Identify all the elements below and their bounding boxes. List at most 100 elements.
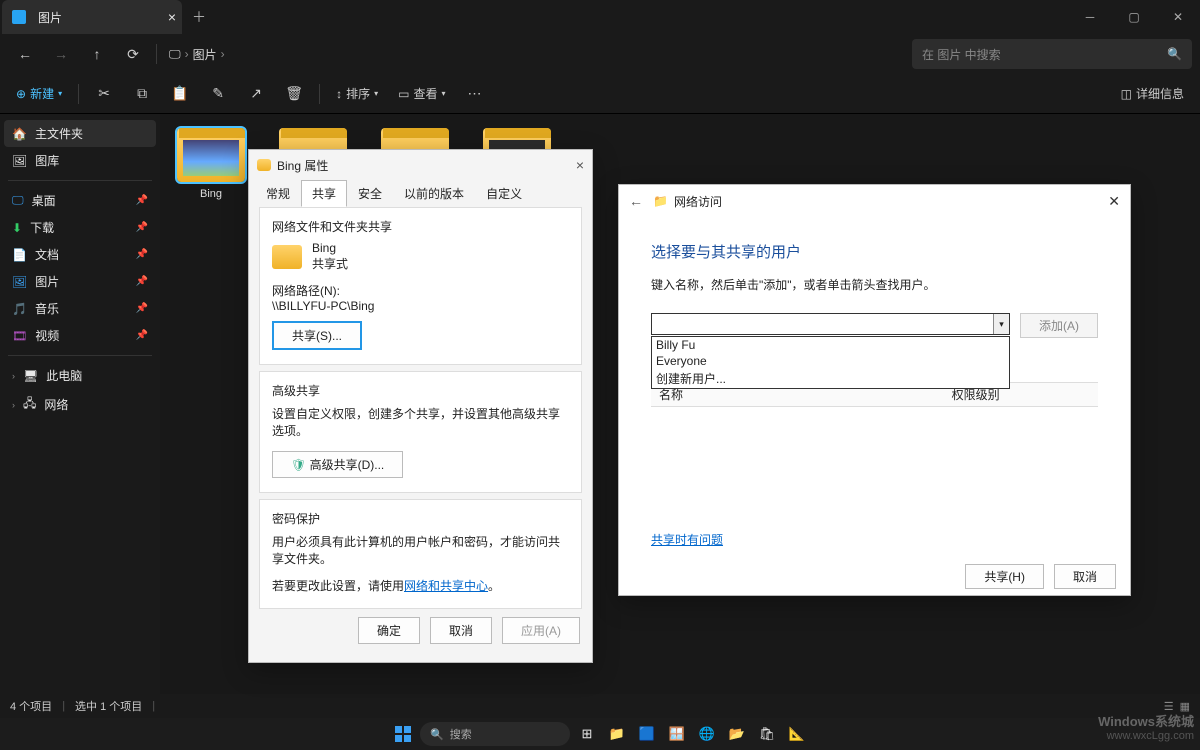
sidebar-item-thispc[interactable]: ›🖥此电脑 [4, 362, 156, 389]
network-center-link[interactable]: 网络和共享中心 [404, 579, 488, 593]
pin-icon: 📌 [136, 303, 148, 314]
delete-button[interactable]: 🗑 [277, 78, 311, 110]
toolbar: ⊕ 新建 ▾ ✂ ⧉ 📋 ✎ ↗ 🗑 ↕ 排序 ▾ ▭ 查看 ▾ ⋯ ◫ 详细信… [0, 74, 1200, 114]
close-icon[interactable]: × [576, 157, 584, 173]
status-bar: 4 个项目 | 选中 1 个项目 | ☰ ▦ [0, 694, 1200, 718]
copy-button[interactable]: ⧉ [125, 78, 159, 110]
tab-close-icon[interactable]: × [168, 9, 176, 25]
dropdown-item[interactable]: 创建新用户... [652, 369, 1009, 388]
sidebar-item-desktop[interactable]: 🖵桌面📌 [4, 187, 156, 214]
tab-add-button[interactable]: ＋ [182, 0, 216, 34]
advanced-desc: 设置自定义权限，创建多个共享，并设置其他高级共享选项。 [272, 405, 569, 439]
sidebar-item-music[interactable]: 🎵音乐📌 [4, 295, 156, 322]
tab-sharing[interactable]: 共享 [301, 180, 347, 207]
task-view-button[interactable]: ⊞ [574, 721, 600, 747]
dropdown-item[interactable]: Everyone [652, 353, 1009, 369]
share-button[interactable]: ↗ [239, 78, 273, 110]
dialog-title: 网络访问 [674, 193, 722, 210]
minimize-button[interactable]: ─ [1068, 0, 1112, 34]
back-icon[interactable]: ← [629, 193, 643, 209]
watermark-url: www.wxcLgg.com [1107, 730, 1194, 742]
maximize-button[interactable]: ▢ [1112, 0, 1156, 34]
tab-customize[interactable]: 自定义 [475, 180, 533, 207]
sharing-issues-link[interactable]: 共享时有问题 [651, 533, 723, 547]
sidebar-item-gallery[interactable]: 🖼图库 [4, 147, 156, 174]
details-pane-button[interactable]: ◫ 详细信息 [1113, 81, 1192, 106]
user-input[interactable] [652, 314, 993, 334]
add-button[interactable]: 添加(A) [1020, 313, 1098, 338]
pictures-icon [12, 10, 26, 24]
advanced-share-button[interactable]: 🛡 高级共享(D)... [272, 451, 403, 478]
password-desc-2: 若要更改此设置，请使用网络和共享中心。 [272, 577, 569, 594]
cut-button[interactable]: ✂ [87, 78, 121, 110]
watermark-title: Windows系统城 [1098, 714, 1194, 729]
sidebar-item-home[interactable]: 🏠主文件夹 [4, 120, 156, 147]
forward-button[interactable]: → [44, 38, 78, 70]
folder-tile-bing[interactable]: Bing [170, 128, 252, 200]
group-title-password: 密码保护 [272, 510, 569, 527]
paste-button[interactable]: 📋 [163, 78, 197, 110]
start-button[interactable] [390, 721, 416, 747]
user-combobox[interactable]: ▾ Billy Fu Everyone 创建新用户... [651, 313, 1010, 335]
folder-label: Bing [170, 188, 252, 200]
taskbar-app[interactable]: 🌐 [694, 721, 720, 747]
more-button[interactable]: ⋯ [458, 78, 492, 110]
share-confirm-button[interactable]: 共享(H) [965, 564, 1044, 589]
tab-security[interactable]: 安全 [347, 180, 393, 207]
taskbar-app[interactable]: 🪟 [664, 721, 690, 747]
monitor-icon: 🖵 [169, 47, 181, 62]
close-button[interactable]: ✕ [1156, 0, 1200, 34]
picture-icon: 🖼 [12, 275, 27, 289]
share-state: 共享式 [312, 255, 348, 272]
item-count: 4 个项目 [10, 698, 52, 714]
address-bar: ← → ↑ ⟳ 🖵 › 图片 › 在 图片 中搜索 🔍 [0, 34, 1200, 74]
tab-general[interactable]: 常规 [255, 180, 301, 207]
share-button[interactable]: 共享(S)... [272, 321, 362, 350]
search-box[interactable]: 在 图片 中搜索 🔍 [912, 39, 1192, 69]
up-button[interactable]: ↑ [80, 38, 114, 70]
password-desc-1: 用户必须具有此计算机的用户帐户和密码，才能访问共享文件夹。 [272, 533, 569, 567]
download-icon: ⬇ [12, 221, 22, 235]
chevron-right-icon: › [12, 400, 15, 410]
ok-button[interactable]: 确定 [358, 617, 420, 644]
chevron-down-icon[interactable]: ▾ [993, 314, 1009, 334]
breadcrumb-item[interactable]: 图片 [193, 46, 217, 63]
home-icon: 🏠 [12, 127, 27, 141]
taskbar-app[interactable]: 📂 [724, 721, 750, 747]
taskbar-app[interactable]: 🛍 [754, 721, 780, 747]
sidebar-item-downloads[interactable]: ⬇下载📌 [4, 214, 156, 241]
sidebar-item-videos[interactable]: 🎞视频📌 [4, 322, 156, 349]
sidebar-item-documents[interactable]: 📄文档📌 [4, 241, 156, 268]
dropdown-item[interactable]: Billy Fu [652, 337, 1009, 353]
taskbar-app[interactable]: 🟦 [634, 721, 660, 747]
share-heading: 选择要与其共享的用户 [651, 241, 1098, 262]
new-button[interactable]: ⊕ 新建 ▾ [8, 81, 70, 106]
taskbar-app[interactable]: 📁 [604, 721, 630, 747]
network-icon: 🖧 [23, 394, 36, 415]
view-button[interactable]: ▭ 查看 ▾ [390, 81, 453, 106]
cancel-button[interactable]: 取消 [430, 617, 492, 644]
window-tab[interactable]: 图片 × [2, 0, 182, 34]
cancel-button[interactable]: 取消 [1054, 564, 1116, 589]
folder-icon [272, 245, 302, 269]
user-dropdown: Billy Fu Everyone 创建新用户... [651, 336, 1010, 389]
refresh-button[interactable]: ⟳ [116, 38, 150, 70]
taskbar-app[interactable]: 📐 [784, 721, 810, 747]
sidebar: 🏠主文件夹 🖼图库 🖵桌面📌 ⬇下载📌 📄文档📌 🖼图片📌 🎵音乐📌 🎞视频📌 … [0, 114, 160, 724]
sidebar-item-network[interactable]: ›🖧网络 [4, 389, 156, 420]
back-button[interactable]: ← [8, 38, 42, 70]
tab-previous[interactable]: 以前的版本 [393, 180, 475, 207]
tab-title: 图片 [38, 9, 62, 26]
sidebar-item-pictures[interactable]: 🖼图片📌 [4, 268, 156, 295]
close-icon[interactable]: ✕ [1108, 193, 1120, 210]
dialog-title: Bing 属性 [277, 157, 328, 174]
rename-button[interactable]: ✎ [201, 78, 235, 110]
taskbar-search[interactable]: 🔍搜索 [420, 722, 570, 746]
share-folder-icon: 📁 [653, 194, 668, 208]
breadcrumb[interactable]: 🖵 › 图片 › [163, 46, 225, 63]
share-hint: 键入名称，然后单击"添加"，或者单击箭头查找用户。 [651, 276, 1098, 293]
chevron-right-icon: › [12, 371, 15, 381]
sort-button[interactable]: ↕ 排序 ▾ [328, 81, 386, 106]
pin-icon: 📌 [136, 195, 148, 206]
apply-button[interactable]: 应用(A) [502, 617, 580, 644]
